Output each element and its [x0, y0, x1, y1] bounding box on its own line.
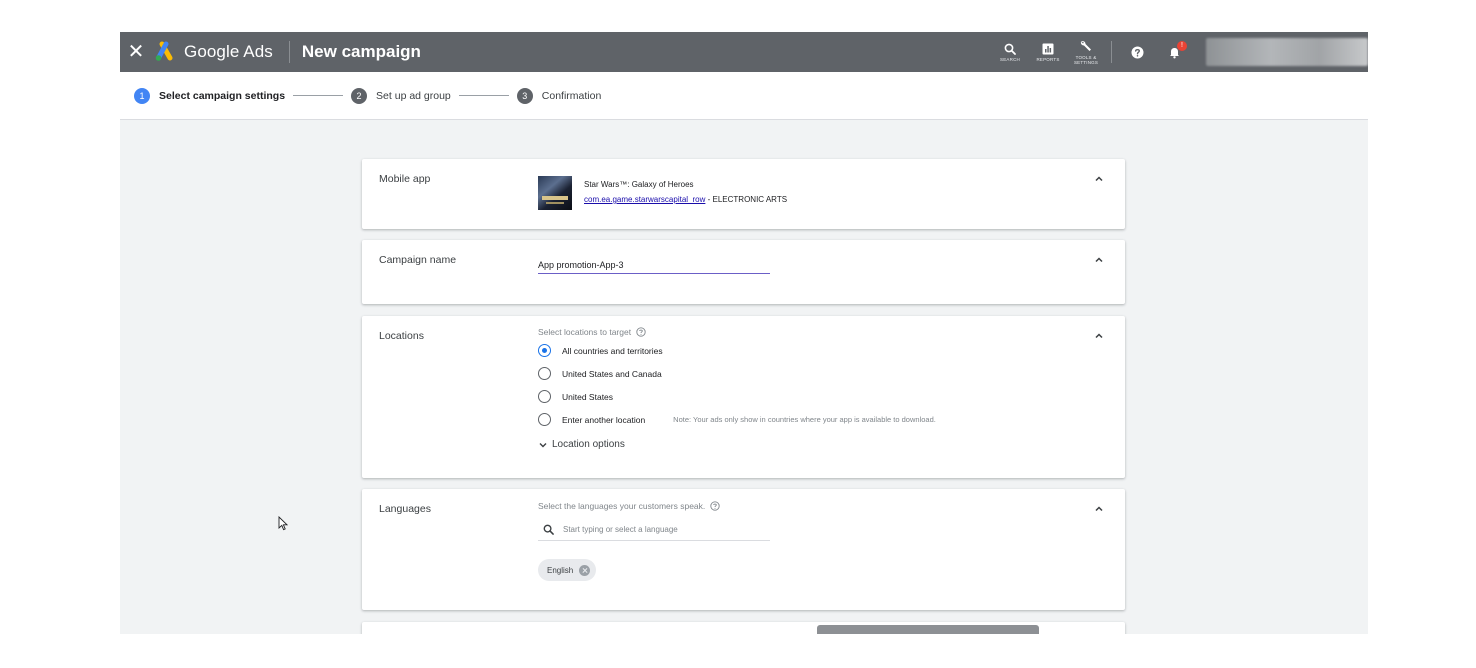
brand-name: Google Ads: [184, 42, 273, 61]
chevron-down-icon: [539, 442, 547, 447]
reports-tool-button[interactable]: REPORTS: [1029, 32, 1067, 72]
header-tools: SEARCH REPORTS TOOLS & SETTINGS !: [991, 32, 1368, 72]
step-confirmation[interactable]: 3 Confirmation: [516, 87, 602, 104]
search-tool-label: SEARCH: [1000, 56, 1020, 62]
campaign-name-input[interactable]: [538, 256, 770, 274]
locations-label: Locations: [379, 330, 424, 342]
location-option-us-canada[interactable]: United States and Canada: [538, 362, 936, 385]
help-outline-icon[interactable]: [710, 501, 720, 511]
reports-icon: [1042, 43, 1054, 54]
notifications-button[interactable]: !: [1156, 32, 1194, 72]
app-name: Star Wars™: Galaxy of Heroes: [584, 180, 694, 189]
locations-card: Locations Select locations to target All…: [362, 316, 1125, 478]
notification-badge: !: [1177, 41, 1187, 51]
help-button[interactable]: [1118, 32, 1156, 72]
top-bar: ✕ Google Ads New campaign SEARCH REPORTS…: [120, 32, 1368, 72]
step-set-up-ad-group[interactable]: 2 Set up ad group: [351, 87, 451, 104]
search-icon: [543, 524, 554, 535]
app-thumbnail: [538, 176, 572, 210]
search-tool-button[interactable]: SEARCH: [991, 32, 1029, 72]
location-option-label: All countries and territories: [562, 345, 663, 356]
app-frame: ✕ Google Ads New campaign SEARCH REPORTS…: [120, 32, 1368, 634]
location-option-all[interactable]: All countries and territories: [538, 339, 936, 362]
header-divider: [288, 41, 290, 63]
location-option-label: United States: [562, 391, 614, 402]
language-chip[interactable]: English: [538, 559, 597, 581]
tools-settings-label: TOOLS & SETTINGS: [1073, 54, 1099, 65]
step-number: 2: [351, 87, 368, 104]
step-select-campaign-settings[interactable]: 1 Select campaign settings: [134, 87, 286, 104]
mouse-cursor-icon: [278, 516, 288, 531]
search-icon: [1004, 43, 1016, 55]
collapse-chevron-icon[interactable]: [1093, 330, 1105, 342]
collapse-chevron-icon[interactable]: [1093, 254, 1105, 266]
languages-hint: Select the languages your customers spea…: [538, 501, 720, 511]
wrench-icon: [1080, 40, 1091, 51]
tools-divider: [1111, 41, 1112, 63]
location-option-label: Enter another location: [562, 414, 646, 425]
step-connector: [293, 95, 344, 96]
radio-button[interactable]: [538, 413, 551, 426]
location-options-toggle[interactable]: Location options: [538, 439, 936, 450]
collapse-chevron-icon[interactable]: [1093, 503, 1105, 515]
step-number: 1: [134, 87, 150, 104]
step-connector: [458, 95, 509, 96]
account-info[interactable]: [1206, 38, 1368, 66]
campaign-name-card: Campaign name: [362, 240, 1125, 304]
step-number: 3: [516, 87, 533, 104]
location-option-other[interactable]: Enter another location Note: Your ads on…: [538, 408, 936, 431]
location-option-label: United States and Canada: [562, 368, 662, 379]
mobile-app-card: Mobile app Star Wars™: Galaxy of Heroes …: [362, 159, 1125, 229]
radio-button[interactable]: [538, 367, 551, 380]
location-option-us[interactable]: United States: [538, 385, 936, 408]
help-outline-icon[interactable]: [636, 327, 646, 337]
help-icon: [1131, 46, 1143, 58]
tools-settings-button[interactable]: TOOLS & SETTINGS: [1067, 32, 1105, 72]
languages-card: Languages Select the languages your cust…: [362, 489, 1125, 610]
collapse-chevron-icon[interactable]: [1093, 173, 1105, 185]
language-search-field[interactable]: [538, 519, 770, 541]
app-publisher: - ELECTRONIC ARTS: [705, 195, 788, 204]
step-label: Confirmation: [541, 89, 602, 102]
campaign-name-label: Campaign name: [379, 254, 457, 266]
radio-button[interactable]: [538, 344, 551, 357]
campaign-stepper: 1 Select campaign settings 2 Set up ad g…: [120, 72, 1368, 120]
snackbar: [817, 625, 1039, 634]
page-title: New campaign: [301, 42, 421, 61]
step-label: Select campaign settings: [159, 89, 286, 102]
app-package-link[interactable]: com.ea.game.starwarscapital_row: [584, 195, 705, 204]
remove-chip-icon[interactable]: [579, 564, 591, 576]
locations-hint: Select locations to target: [538, 327, 936, 337]
reports-tool-label: REPORTS: [1036, 56, 1060, 62]
language-chip-label: English: [547, 565, 574, 575]
language-search-input[interactable]: [563, 525, 763, 534]
location-note: Note: Your ads only show in countries wh…: [673, 415, 936, 424]
step-label: Set up ad group: [376, 89, 451, 102]
languages-label: Languages: [379, 503, 431, 515]
app-package: com.ea.game.starwarscapital_row - ELECTR…: [584, 195, 787, 204]
location-options-label: Location options: [552, 439, 625, 450]
close-icon[interactable]: ✕: [120, 32, 152, 72]
mobile-app-label: Mobile app: [379, 173, 431, 185]
radio-button[interactable]: [538, 390, 551, 403]
google-ads-logo-icon: [154, 41, 176, 63]
